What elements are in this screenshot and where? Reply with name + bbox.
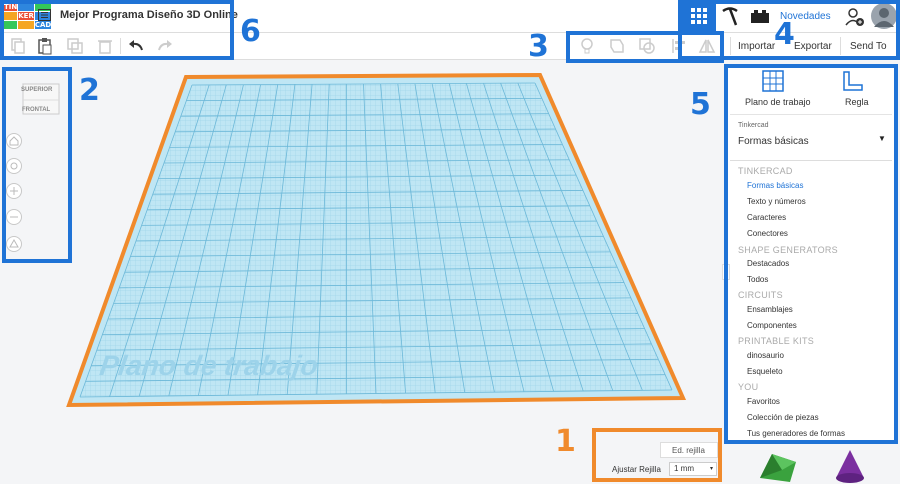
- annotation-number-5: 5: [690, 87, 711, 122]
- annotation-number-1: 1: [555, 424, 576, 459]
- cone-shape-thumbnail[interactable]: [832, 448, 868, 484]
- highlight-box-3: [566, 31, 724, 63]
- roof-shape-thumbnail[interactable]: [752, 448, 800, 484]
- annotation-number-2: 2: [79, 73, 100, 108]
- annotation-number-6: 6: [240, 14, 261, 49]
- highlight-box-1: [592, 428, 722, 482]
- highlight-box-2: [2, 67, 72, 263]
- annotation-number-3: 3: [528, 29, 549, 64]
- annotation-number-4: 4: [774, 17, 795, 52]
- highlight-box-5: [724, 64, 898, 444]
- workplane-label: Plano de trabajo: [97, 350, 321, 381]
- highlight-box-6: [0, 0, 234, 60]
